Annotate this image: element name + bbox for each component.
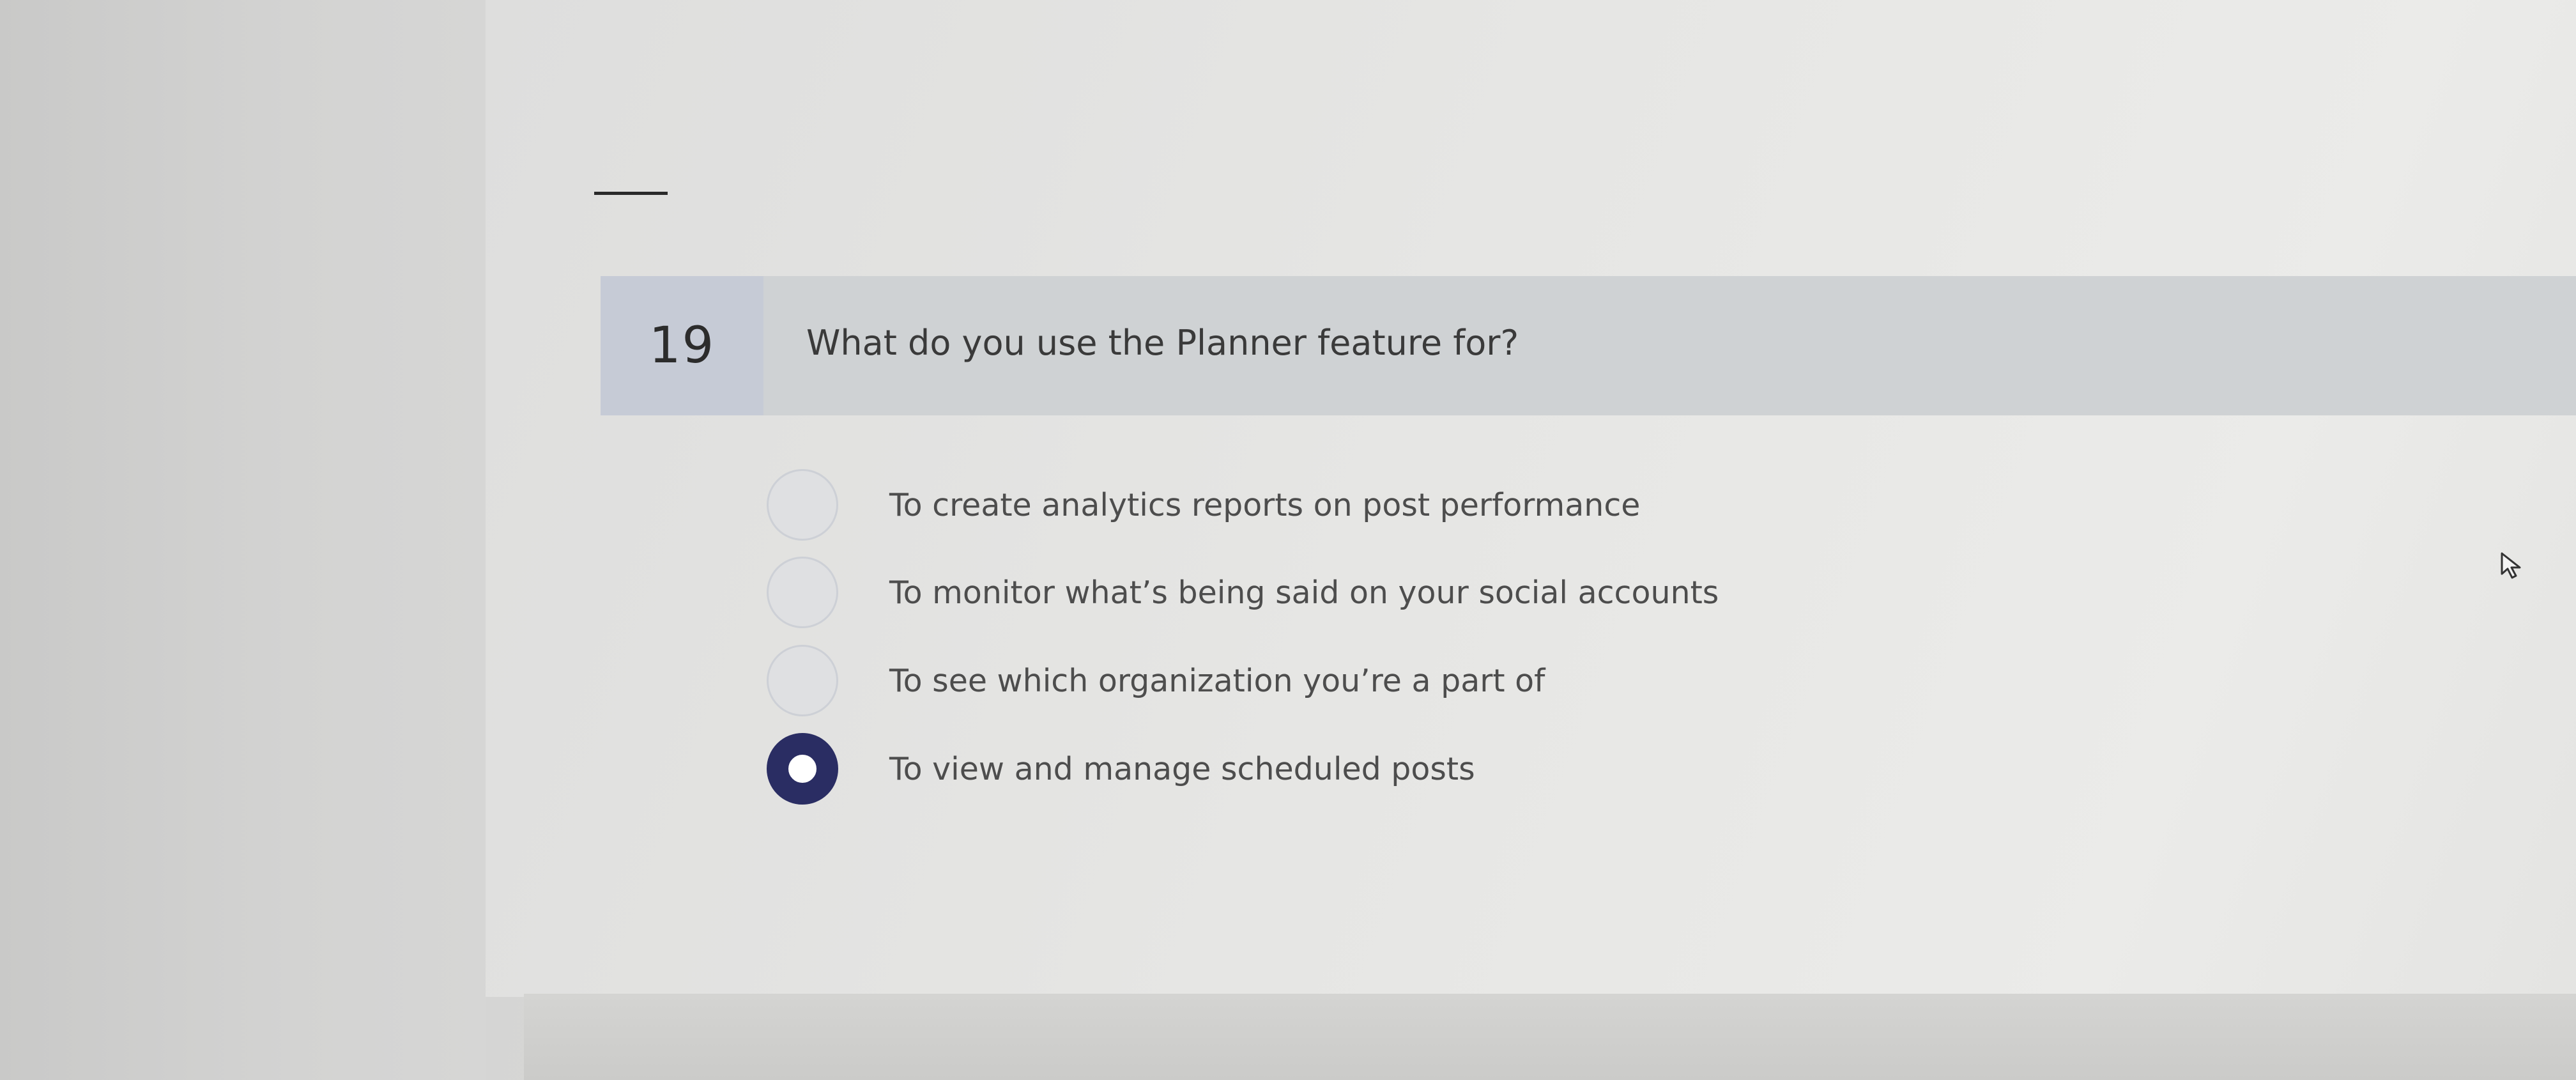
answer-option-label: To view and manage scheduled posts [889,750,1475,787]
answer-option-2[interactable]: To monitor what’s being said on your soc… [767,551,1719,634]
answer-option-label: To monitor what’s being said on your soc… [889,574,1719,611]
screen-bottom-edge [524,994,2576,1080]
divider-dash [594,192,668,195]
answer-option-label: To see which organization you’re a part … [889,662,1545,699]
answer-option-1[interactable]: To create analytics reports on post perf… [767,463,1640,546]
question-number-box: 19 [601,276,763,415]
question-number: 19 [648,317,716,374]
answer-option-4[interactable]: To view and manage scheduled posts [767,727,1475,810]
radio-button-selected[interactable] [767,733,838,805]
mouse-pointer-icon [2501,552,2521,579]
radio-button[interactable] [767,645,838,716]
answer-option-3[interactable]: To see which organization you’re a part … [767,639,1545,722]
radio-button[interactable] [767,557,838,628]
answer-option-label: To create analytics reports on post perf… [889,486,1641,523]
question-text: What do you use the Planner feature for? [806,323,1519,363]
radio-button[interactable] [767,469,838,541]
monitor-bezel [0,0,486,1080]
